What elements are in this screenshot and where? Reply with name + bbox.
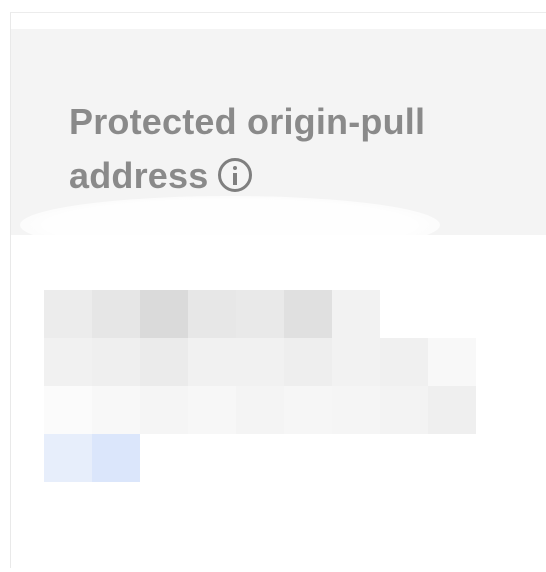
redaction-pixel bbox=[236, 290, 284, 338]
redaction-pixel bbox=[92, 434, 140, 482]
redaction-pixel bbox=[428, 338, 476, 386]
redaction-pixel bbox=[428, 386, 476, 434]
redaction-pixel bbox=[188, 386, 236, 434]
redaction-pixel bbox=[380, 338, 428, 386]
redaction-pixel bbox=[140, 386, 188, 434]
redaction-pixel bbox=[140, 338, 188, 386]
redaction-pixel bbox=[188, 290, 236, 338]
redaction-pixel bbox=[332, 386, 380, 434]
redaction-pixel bbox=[92, 290, 140, 338]
redaction-pixel bbox=[92, 338, 140, 386]
redaction-pixel bbox=[44, 386, 92, 434]
redaction-pixel bbox=[284, 386, 332, 434]
redaction-pixel bbox=[44, 434, 92, 482]
redaction-pixel bbox=[332, 338, 380, 386]
redaction-pixel bbox=[188, 338, 236, 386]
redaction-pixel bbox=[236, 386, 284, 434]
redacted-address-block[interactable] bbox=[44, 290, 476, 482]
redaction-pixel bbox=[284, 290, 332, 338]
redaction-pixel bbox=[332, 290, 380, 338]
redaction-pixel bbox=[44, 290, 92, 338]
top-fade-overlay bbox=[20, 196, 440, 254]
info-icon[interactable] bbox=[218, 158, 253, 192]
redaction-pixel bbox=[284, 338, 332, 386]
redaction-pixel bbox=[380, 386, 428, 434]
column-header: Protected origin-pull address bbox=[69, 95, 509, 203]
redaction-pixel bbox=[236, 338, 284, 386]
redaction-pixel bbox=[44, 338, 92, 386]
redaction-pixel bbox=[140, 290, 188, 338]
screenshot-frame: Protected origin-pull address bbox=[0, 0, 546, 572]
redaction-pixel bbox=[92, 386, 140, 434]
